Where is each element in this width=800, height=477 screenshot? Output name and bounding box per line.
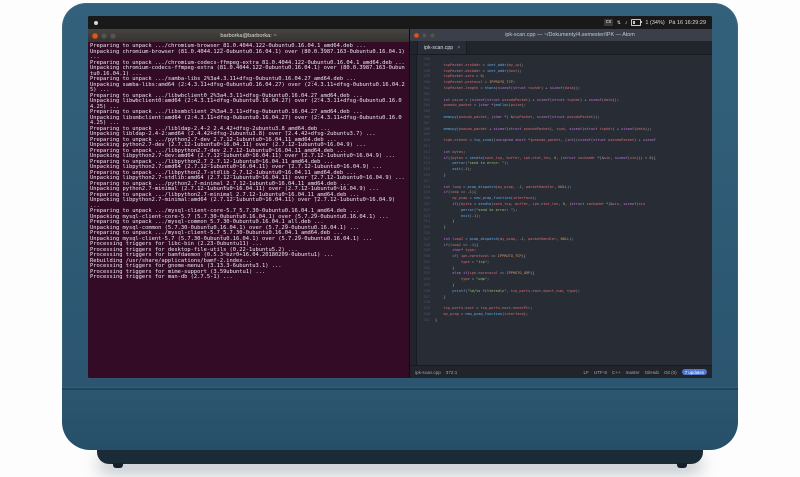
desktop-windows: barborka@barborka: ~ Preparing to unpack… xyxy=(88,29,712,378)
laptop-base xyxy=(62,388,738,450)
code-editor[interactable]: tcpPacket.srcAddr = inet_addr(my_ip); tc… xyxy=(432,55,712,365)
terminal-line: Unpacking samba-libs:amd64 (2:4.3.11+dfs… xyxy=(90,81,405,93)
laptop-foot xyxy=(113,463,123,468)
status-bar: ipk-scan.cpp 372:1 LF UTF-8 C++ master GitHu… xyxy=(410,365,712,378)
status-item[interactable]: C++ xyxy=(612,370,621,375)
status-item[interactable]: UTF-8 xyxy=(594,370,607,375)
editor-area: 296 297 298 299 300 301 302 303 304 305 306 307 308 3… xyxy=(410,55,712,365)
tab-close-icon[interactable]: × xyxy=(457,45,460,51)
clock[interactable]: Pá 16 16:29:29 xyxy=(669,20,706,26)
tab-label: ipk-scan.cpp xyxy=(424,44,454,51)
page: cs ⇅ ♪ 1 (34%) Pá 16 16:29:29 barborka@b… xyxy=(0,0,800,477)
status-item[interactable]: GitHub xyxy=(645,370,659,375)
volume-icon[interactable]: ♪ xyxy=(625,20,628,26)
code-line: } xyxy=(435,317,438,322)
terminal-line: Unpacking chromium-browser (81.0.4044.12… xyxy=(90,48,409,60)
desktop-topbar: cs ⇅ ♪ 1 (34%) Pá 16 16:29:29 xyxy=(88,16,712,29)
screen: cs ⇅ ♪ 1 (34%) Pá 16 16:29:29 barborka@b… xyxy=(88,16,712,378)
terminal-line: Unpacking libsmbclient:amd64 (2:4.3.11+d… xyxy=(90,114,402,126)
line-number-gutter: 296 297 298 299 300 301 302 303 304 305 306 307 308 3… xyxy=(417,55,432,365)
battery-label: 1 (34%) xyxy=(645,19,665,26)
minimize-button[interactable] xyxy=(101,32,107,39)
atom-titlebar[interactable]: ipk-scan.cpp — ~/Dokumenty/4.semester/IP… xyxy=(410,29,712,41)
laptop-foot xyxy=(677,463,687,468)
status-item[interactable]: Git (0) xyxy=(664,370,677,375)
left-dock-toggle[interactable] xyxy=(410,55,417,365)
laptop-bottom-edge xyxy=(97,450,703,468)
laptop-mockup: cs ⇅ ♪ 1 (34%) Pá 16 16:29:29 barborka@b… xyxy=(62,3,738,468)
updates-badge[interactable]: 7 updates xyxy=(681,369,707,375)
status-file[interactable]: ipk-scan.cpp xyxy=(415,370,441,375)
keyboard-layout-indicator[interactable]: cs xyxy=(604,19,613,26)
tab-ipk-scan-cpp[interactable]: ipk-scan.cpp × xyxy=(417,41,468,54)
status-right-items: LF UTF-8 C++ master GitHub Git (0) 7 updates xyxy=(584,369,707,375)
network-icon[interactable]: ⇅ xyxy=(617,20,621,26)
atom-window-title: ipk-scan.cpp — ~/Dokumenty/4.semester/IP… xyxy=(505,32,635,38)
terminal-window: barborka@barborka: ~ Preparing to unpack… xyxy=(88,29,410,378)
line-number: 341 xyxy=(423,317,431,322)
terminal-output[interactable]: Preparing to unpack .../chromium-browser… xyxy=(88,42,409,378)
laptop-lid: cs ⇅ ♪ 1 (34%) Pá 16 16:29:29 barborka@b… xyxy=(62,3,738,388)
terminal-line: Processing triggers for man-db (2.7.5-1)… xyxy=(90,274,233,280)
terminal-titlebar[interactable]: barborka@barborka: ~ xyxy=(88,29,409,42)
status-cursor-position[interactable]: 372:1 xyxy=(446,370,458,375)
close-button[interactable] xyxy=(92,32,98,39)
tab-bar: ipk-scan.cpp × xyxy=(410,41,712,55)
status-item[interactable]: LF xyxy=(584,370,589,375)
terminal-title: barborka@barborka: ~ xyxy=(220,32,277,39)
app-indicator-icon[interactable] xyxy=(94,20,98,25)
battery-icon[interactable] xyxy=(631,19,643,26)
minimize-button[interactable] xyxy=(422,32,427,38)
close-button[interactable] xyxy=(414,32,419,38)
topbar-indicators: cs ⇅ ♪ 1 (34%) Pá 16 16:29:29 xyxy=(604,19,706,26)
status-item[interactable]: master xyxy=(626,370,640,375)
atom-window: ipk-scan.cpp — ~/Dokumenty/4.semester/IP… xyxy=(410,29,712,378)
